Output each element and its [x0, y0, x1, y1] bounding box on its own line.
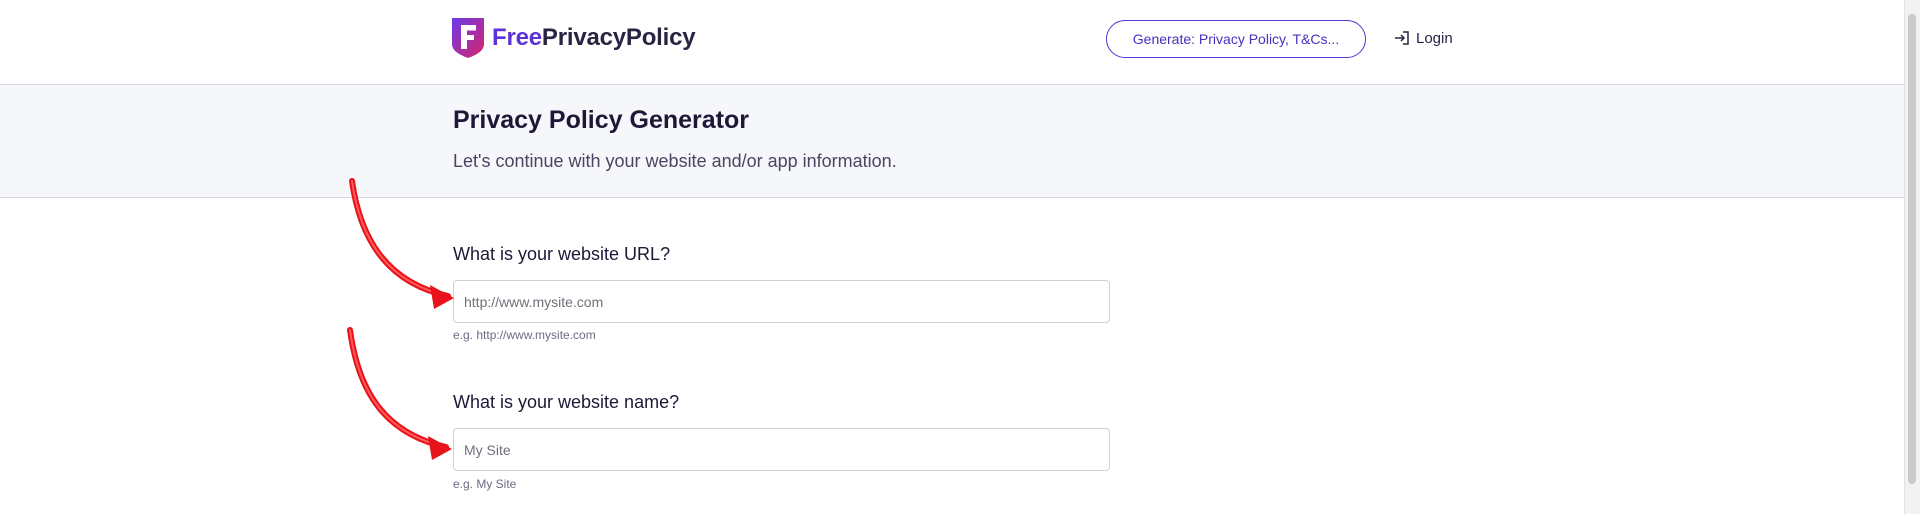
page-title: Privacy Policy Generator [453, 106, 749, 134]
freeprivacypolicy-logo-icon [452, 18, 484, 58]
scrollbar-thumb[interactable] [1908, 14, 1916, 484]
site-logo[interactable]: FreePrivacyPolicy [452, 18, 696, 58]
vertical-scrollbar[interactable] [1904, 0, 1920, 514]
hero-banner: Privacy Policy Generator Let's continue … [0, 85, 1904, 198]
website-url-label: What is your website URL? [453, 244, 671, 264]
logo-text-privacypolicy: PrivacyPolicy [541, 24, 696, 51]
page: FreePrivacyPolicy Generate: Privacy Poli… [0, 0, 1904, 514]
generate-button[interactable]: Generate: Privacy Policy, T&Cs... [1106, 20, 1366, 58]
page-subtitle: Let's continue with your website and/or … [453, 151, 897, 171]
site-header: FreePrivacyPolicy Generate: Privacy Poli… [0, 0, 1904, 85]
red-arrow-icon [349, 178, 454, 309]
red-arrow-icon [347, 327, 452, 460]
login-label: Login [1416, 29, 1453, 47]
login-arrow-icon [1395, 31, 1409, 45]
website-name-hint: e.g. My Site [453, 477, 517, 491]
logo-wordmark: FreePrivacyPolicy [492, 24, 696, 52]
website-name-label: What is your website name? [453, 392, 680, 412]
logo-text-free: Free [492, 24, 542, 51]
website-url-input[interactable] [453, 280, 1110, 323]
website-name-input[interactable] [453, 428, 1110, 471]
login-link[interactable]: Login [1393, 27, 1453, 49]
website-url-hint: e.g. http://www.mysite.com [453, 328, 596, 342]
